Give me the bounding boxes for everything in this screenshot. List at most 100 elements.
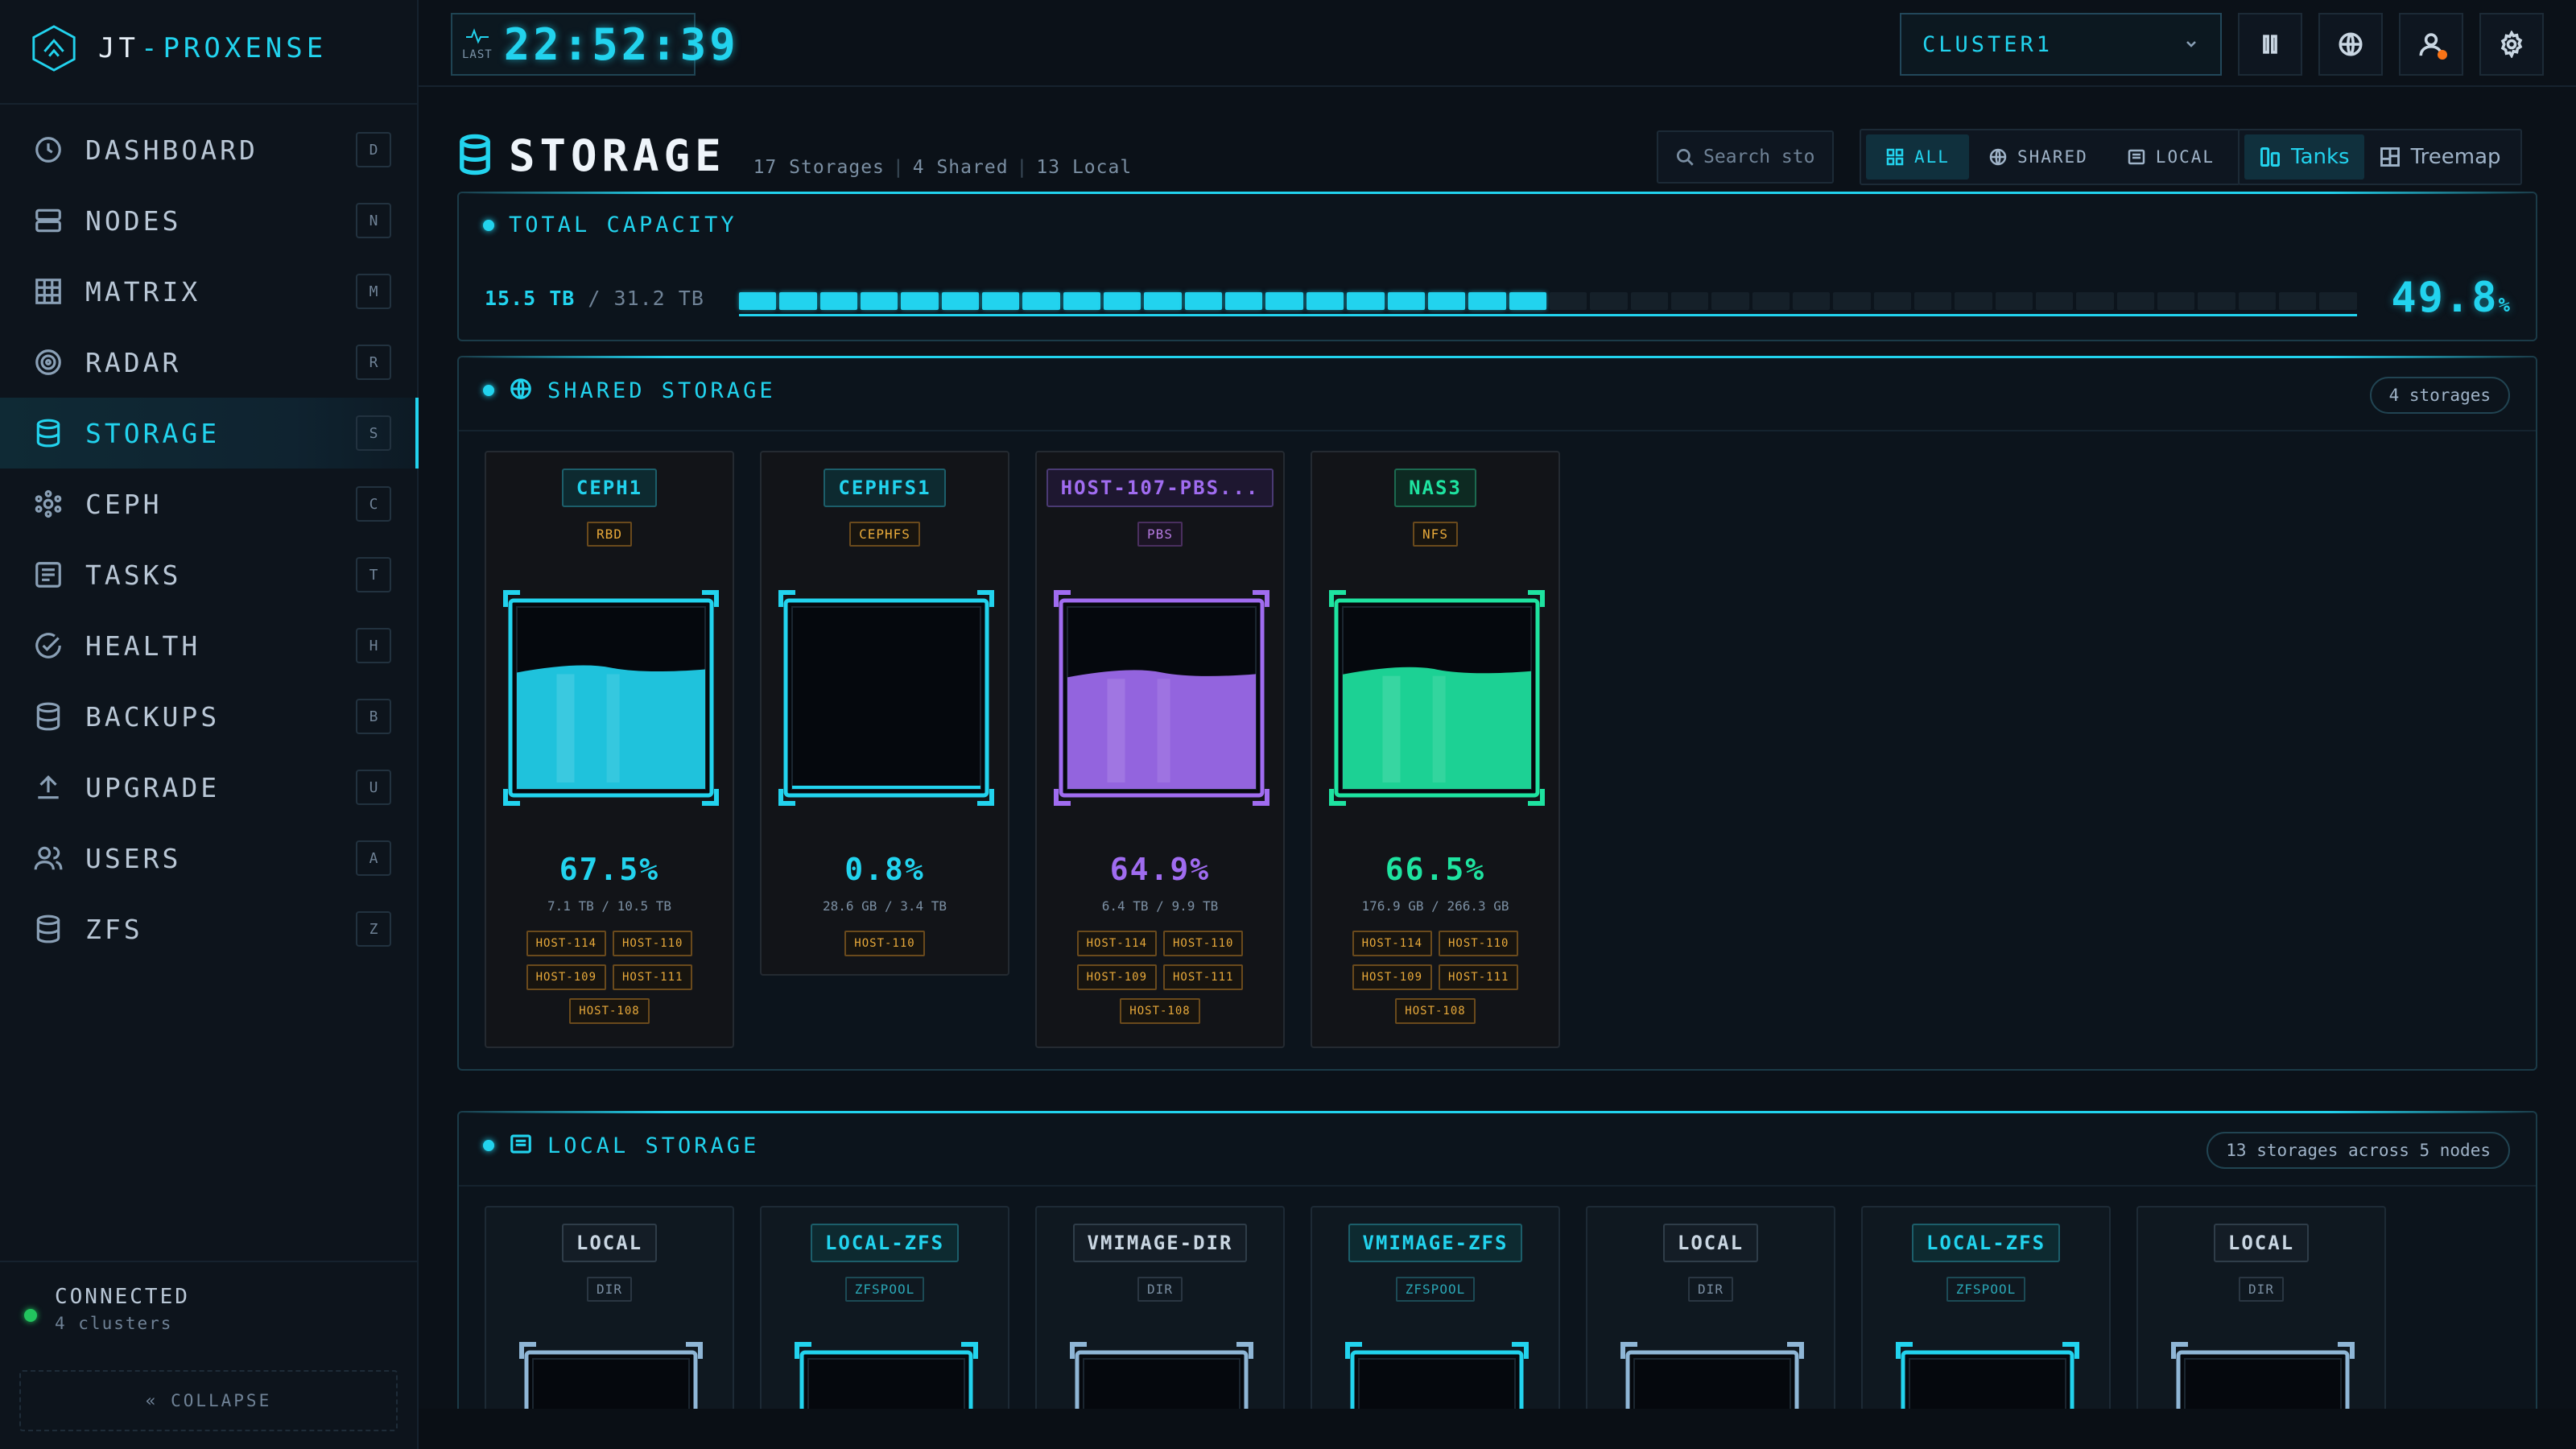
user-button[interactable] [2399,13,2463,76]
radar-icon [32,346,64,378]
local-storage-card[interactable]: LOCAL-ZFS ZFSPOOL [1861,1206,2111,1449]
capacity-segment [779,292,817,310]
sidebar-item-zfs[interactable]: ZFS Z [0,894,419,964]
storage-type-badge: DIR [1688,1277,1733,1302]
host-tag[interactable]: HOST-114 [1352,931,1432,956]
capacity-segment [1549,292,1587,310]
shortcut-key: Z [356,911,391,947]
logo-icon [32,25,76,72]
capacity-segment [982,292,1020,310]
sidebar-item-health[interactable]: HEALTH H [0,610,419,681]
globe-icon [509,377,533,404]
local-storage-card[interactable]: LOCAL DIR [1586,1206,1835,1449]
brand-name-right: PROXENSE [163,32,328,64]
host-list: HOST-110 [778,931,992,956]
storage-type-badge: PBS [1137,522,1183,547]
storage-name: VMIMAGE-DIR [1072,1224,1248,1262]
host-tag[interactable]: HOST-111 [613,964,693,990]
capacity-segment [1833,292,1871,310]
cluster-select[interactable]: CLUSTER1 [1900,13,2222,76]
host-tag[interactable]: HOST-110 [1439,931,1519,956]
host-tag[interactable]: HOST-110 [1163,931,1244,956]
stat-shared: 4 Shared [912,156,1009,178]
connection-detail: 4 clusters [55,1314,173,1333]
capacity-segment [2076,292,2114,310]
host-tag[interactable]: HOST-108 [569,998,650,1024]
panel-dot [483,385,494,396]
capacity-segment [2036,292,2074,310]
globe-icon [1989,148,2007,166]
sidebar-item-storage[interactable]: STORAGE S [0,398,419,469]
storage-size: 6.4 TB / 9.9 TB [1101,898,1219,914]
host-tag[interactable]: HOST-110 [844,931,925,956]
collapse-button[interactable]: « COLLAPSE [19,1370,398,1431]
gear-icon [2500,31,2523,58]
local-storage-card[interactable]: LOCAL DIR [2136,1206,2386,1449]
sidebar-item-users[interactable]: USERS A [0,823,419,894]
host-tag[interactable]: HOST-111 [1163,964,1244,990]
host-tag[interactable]: HOST-108 [1395,998,1476,1024]
sidebar-item-tasks[interactable]: TASKS T [0,539,419,610]
storage-name: LOCAL-ZFS [810,1224,960,1262]
view-toggle: Tanks Treemap [2238,129,2522,185]
local-storage-card[interactable]: VMIMAGE-ZFS ZFSPOOL [1311,1206,1560,1449]
pause-button[interactable] [2238,13,2302,76]
host-tag[interactable]: HOST-108 [1120,998,1200,1024]
storage-filter: ALL SHARED LOCAL [1860,129,2241,185]
check-circle-icon [32,630,64,662]
filter-shared[interactable]: SHARED [1969,134,2107,180]
capacity-segment [1711,292,1749,310]
treemap-icon [2380,147,2400,167]
search-box[interactable] [1657,130,1834,184]
filter-all[interactable]: ALL [1866,134,1969,180]
shared-storage-card[interactable]: CEPH1 RBD 67.5% 7.1 TB / 10.5 TB HOST-11… [485,451,734,1048]
shared-storage-card[interactable]: NAS3 NFS 66.5% 176.9 GB / 266.3 GB HOST-… [1311,451,1560,1048]
globe-button[interactable] [2318,13,2383,76]
storage-tank [794,1341,979,1449]
pulse-icon [465,28,489,44]
host-tag[interactable]: HOST-114 [1076,931,1157,956]
page-title: STORAGE [509,130,726,181]
brand[interactable]: JT-PROXENSE [29,21,327,76]
sidebar-item-ceph[interactable]: CEPH C [0,469,419,539]
filter-local[interactable]: LOCAL [2107,134,2234,180]
local-storage-card[interactable]: VMIMAGE-DIR DIR [1035,1206,1285,1449]
view-tanks[interactable]: Tanks [2244,134,2364,180]
host-tag[interactable]: HOST-109 [1352,964,1432,990]
connection-status: CONNECTED 4 clusters [24,1285,190,1333]
host-list: HOST-114 HOST-110 HOST-109 HOST-111 HOST-108 [1053,931,1267,1024]
host-tag[interactable]: HOST-110 [613,931,693,956]
capacity-segment [2198,292,2235,310]
host-tag[interactable]: HOST-109 [1076,964,1157,990]
host-tag[interactable]: HOST-109 [526,964,606,990]
percent-unit: % [2498,294,2512,316]
ceph-icon [32,488,64,520]
upload-icon [32,771,64,803]
view-treemap[interactable]: Treemap [2364,134,2516,180]
shortcut-key: C [356,486,391,522]
sidebar-item-matrix[interactable]: MATRIX M [0,256,419,327]
database-icon [32,700,64,733]
capacity-segment [1306,292,1344,310]
local-storage-card[interactable]: LOCAL-ZFS ZFSPOOL [760,1206,1009,1449]
sidebar-item-dashboard[interactable]: DASHBOARD D [0,114,419,185]
settings-button[interactable] [2479,13,2544,76]
sidebar-item-radar[interactable]: RADAR R [0,327,419,398]
capacity-segment [739,292,777,310]
shared-storage-card[interactable]: HOST-107-PBS... PBS 64.9% 6.4 TB / 9.9 T… [1035,451,1285,1048]
capacity-bar-baseline [739,314,2357,316]
sidebar-item-backups[interactable]: BACKUPS B [0,681,419,752]
capacity-segment [1347,292,1385,310]
stat-local: 13 Local [1036,156,1133,178]
sidebar-item-nodes[interactable]: NODES N [0,185,419,256]
total-capacity-panel: TOTAL CAPACITY 15.5 TB / 31.2 TB 49.8% [457,192,2537,341]
sidebar-item-upgrade[interactable]: UPGRADE U [0,752,419,823]
local-storage-card[interactable]: LOCAL DIR [485,1206,734,1449]
host-tag[interactable]: HOST-114 [526,931,606,956]
sidebar-item-label: USERS [85,842,182,874]
host-tag[interactable]: HOST-111 [1439,964,1519,990]
shared-storage-card[interactable]: CEPHFS1 CEPHFS 0.8% 28.6 GB / 3.4 TB HOS… [760,451,1009,976]
storage-name: CEPH1 [561,469,658,507]
view-label: Treemap [2410,145,2501,169]
search-input[interactable] [1703,147,1832,167]
